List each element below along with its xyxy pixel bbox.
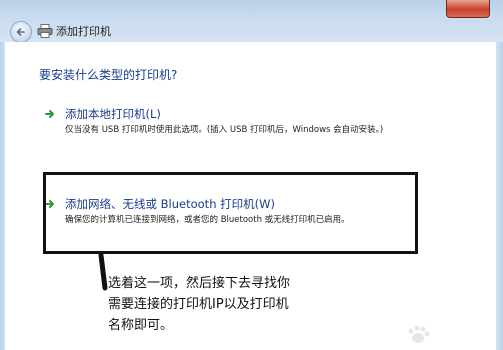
option-add-local-printer[interactable]: 添加本地打印机(L) 仅当没有 USB 打印机时使用此选项。(插入 USB 打印… [45,106,485,142]
annotation-highlight-box [43,172,418,254]
green-arrow-icon [45,110,54,118]
annotation-line: 需要连接的打印机IP以及打印机 [108,297,289,312]
option-description: 仅当没有 USB 打印机时使用此选项。(插入 USB 打印机后，Windows … [65,125,384,135]
printer-icon [37,24,53,38]
page-heading: 要安装什么类型的打印机? [39,68,178,82]
window-frame-right [496,42,503,350]
back-button[interactable] [10,21,32,43]
annotation-line: 名称即可。 [108,318,174,333]
option-title[interactable]: 添加本地打印机(L) [65,106,161,122]
annotation-text: 选着这一项，然后接下去寻找你 需要连接的打印机IP以及打印机 名称即可。 [108,273,358,336]
window-title: 添加打印机 [56,25,111,38]
annotation-line: 选着这一项，然后接下去寻找你 [108,276,291,291]
back-arrow-icon [16,28,25,36]
paw-watermark-icon [408,325,430,343]
close-button[interactable] [446,0,490,18]
